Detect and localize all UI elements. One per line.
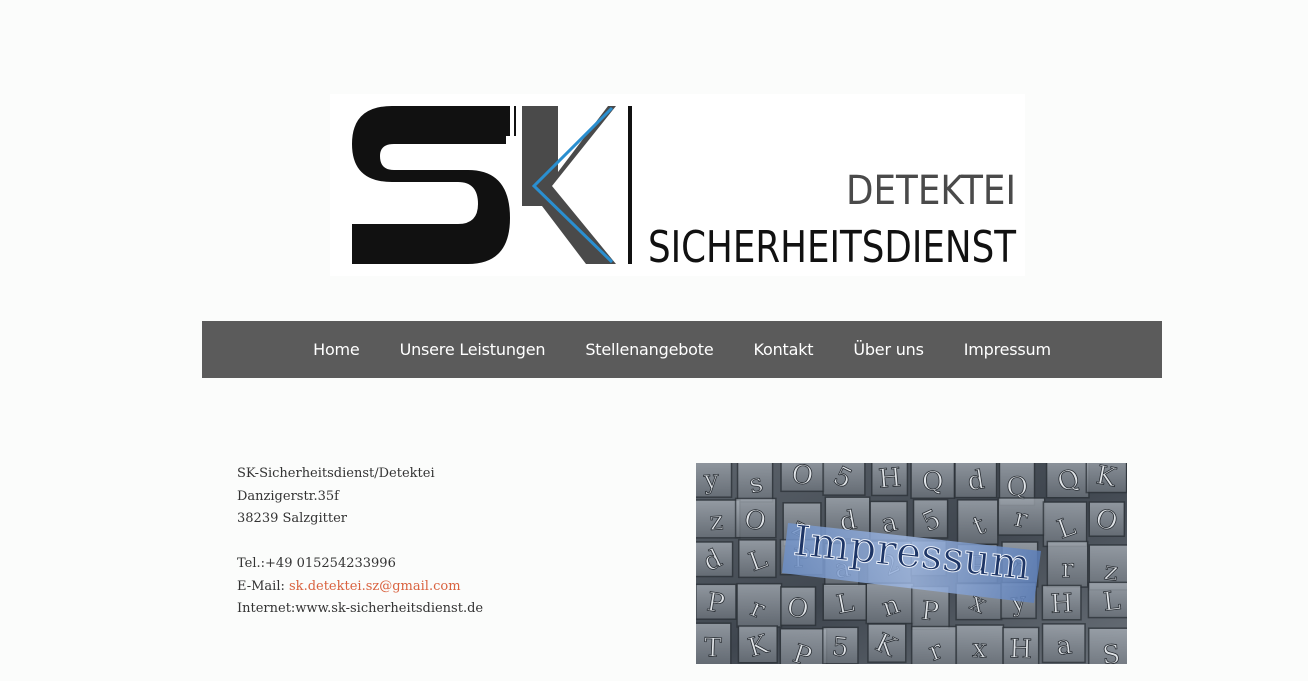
site-logo[interactable]: DETEKTEI SICHERHEITSDIENST bbox=[330, 94, 1025, 276]
svg-text:Q: Q bbox=[921, 466, 944, 497]
svg-text:H: H bbox=[1009, 634, 1033, 664]
svg-text:z: z bbox=[709, 506, 725, 537]
street-address: Danzigerstr.35f bbox=[237, 488, 339, 504]
logo-divider bbox=[628, 106, 632, 264]
svg-text:5: 5 bbox=[831, 632, 850, 663]
svg-text:P: P bbox=[920, 596, 941, 628]
nav-item-kontakt[interactable]: Kontakt bbox=[753, 340, 813, 359]
logo-bar bbox=[514, 106, 516, 136]
svg-text:H: H bbox=[877, 463, 902, 495]
nav-item-home[interactable]: Home bbox=[313, 340, 360, 359]
nav-item-impressum[interactable]: Impressum bbox=[964, 340, 1051, 359]
main-navigation: Home Unsere Leistungen Stellenangebote K… bbox=[202, 321, 1162, 378]
city-address: 38239 Salzgitter bbox=[237, 511, 347, 526]
svg-text:T: T bbox=[704, 633, 723, 664]
logo-graphic: DETEKTEI SICHERHEITSDIENST bbox=[352, 106, 1016, 273]
nav-item-stellenangebote[interactable]: Stellenangebote bbox=[585, 340, 713, 359]
letterpress-graphic: ysO5HQdQQKzOzda5trLOdLPa2xPnrzPrOLnPxyHL… bbox=[696, 463, 1127, 664]
logo-text-detektei: DETEKTEI bbox=[846, 168, 1016, 214]
website-address: Internet:www.sk-sicherheitsdienst.de bbox=[237, 601, 484, 616]
svg-text:x: x bbox=[971, 634, 988, 664]
nav-item-unsere-leistungen[interactable]: Unsere Leistungen bbox=[400, 340, 546, 359]
page: DETEKTEI SICHERHEITSDIENST Home Unsere L… bbox=[0, 0, 1308, 681]
company-name: SK-Sicherheitsdienst/Detektei bbox=[237, 466, 435, 481]
logo-text-sicherheitsdienst: SICHERHEITSDIENST bbox=[648, 222, 1016, 273]
logo-s-shape bbox=[352, 106, 510, 264]
nav-item-ueber-uns[interactable]: Über uns bbox=[853, 340, 924, 359]
svg-text:r: r bbox=[1061, 554, 1074, 584]
svg-text:H: H bbox=[1050, 589, 1074, 620]
phone-number: Tel.:+49 015254233996 bbox=[237, 556, 396, 571]
email-row: E-Mail: sk.detektei.sz@gmail.com bbox=[237, 576, 483, 599]
svg-text:y: y bbox=[702, 465, 720, 496]
impressum-image: ysO5HQdQQKzOzda5trLOdLPa2xPnrzPrOLnPxyHL… bbox=[696, 463, 1127, 664]
address-block: SK-Sicherheitsdienst/Detektei Danzigerst… bbox=[237, 463, 483, 621]
email-label: E-Mail: bbox=[237, 578, 290, 594]
logo-bar bbox=[506, 106, 510, 136]
email-link[interactable]: sk.detektei.sz@gmail.com bbox=[289, 579, 461, 594]
svg-text:S: S bbox=[1101, 640, 1121, 664]
svg-text:L: L bbox=[1102, 586, 1123, 618]
